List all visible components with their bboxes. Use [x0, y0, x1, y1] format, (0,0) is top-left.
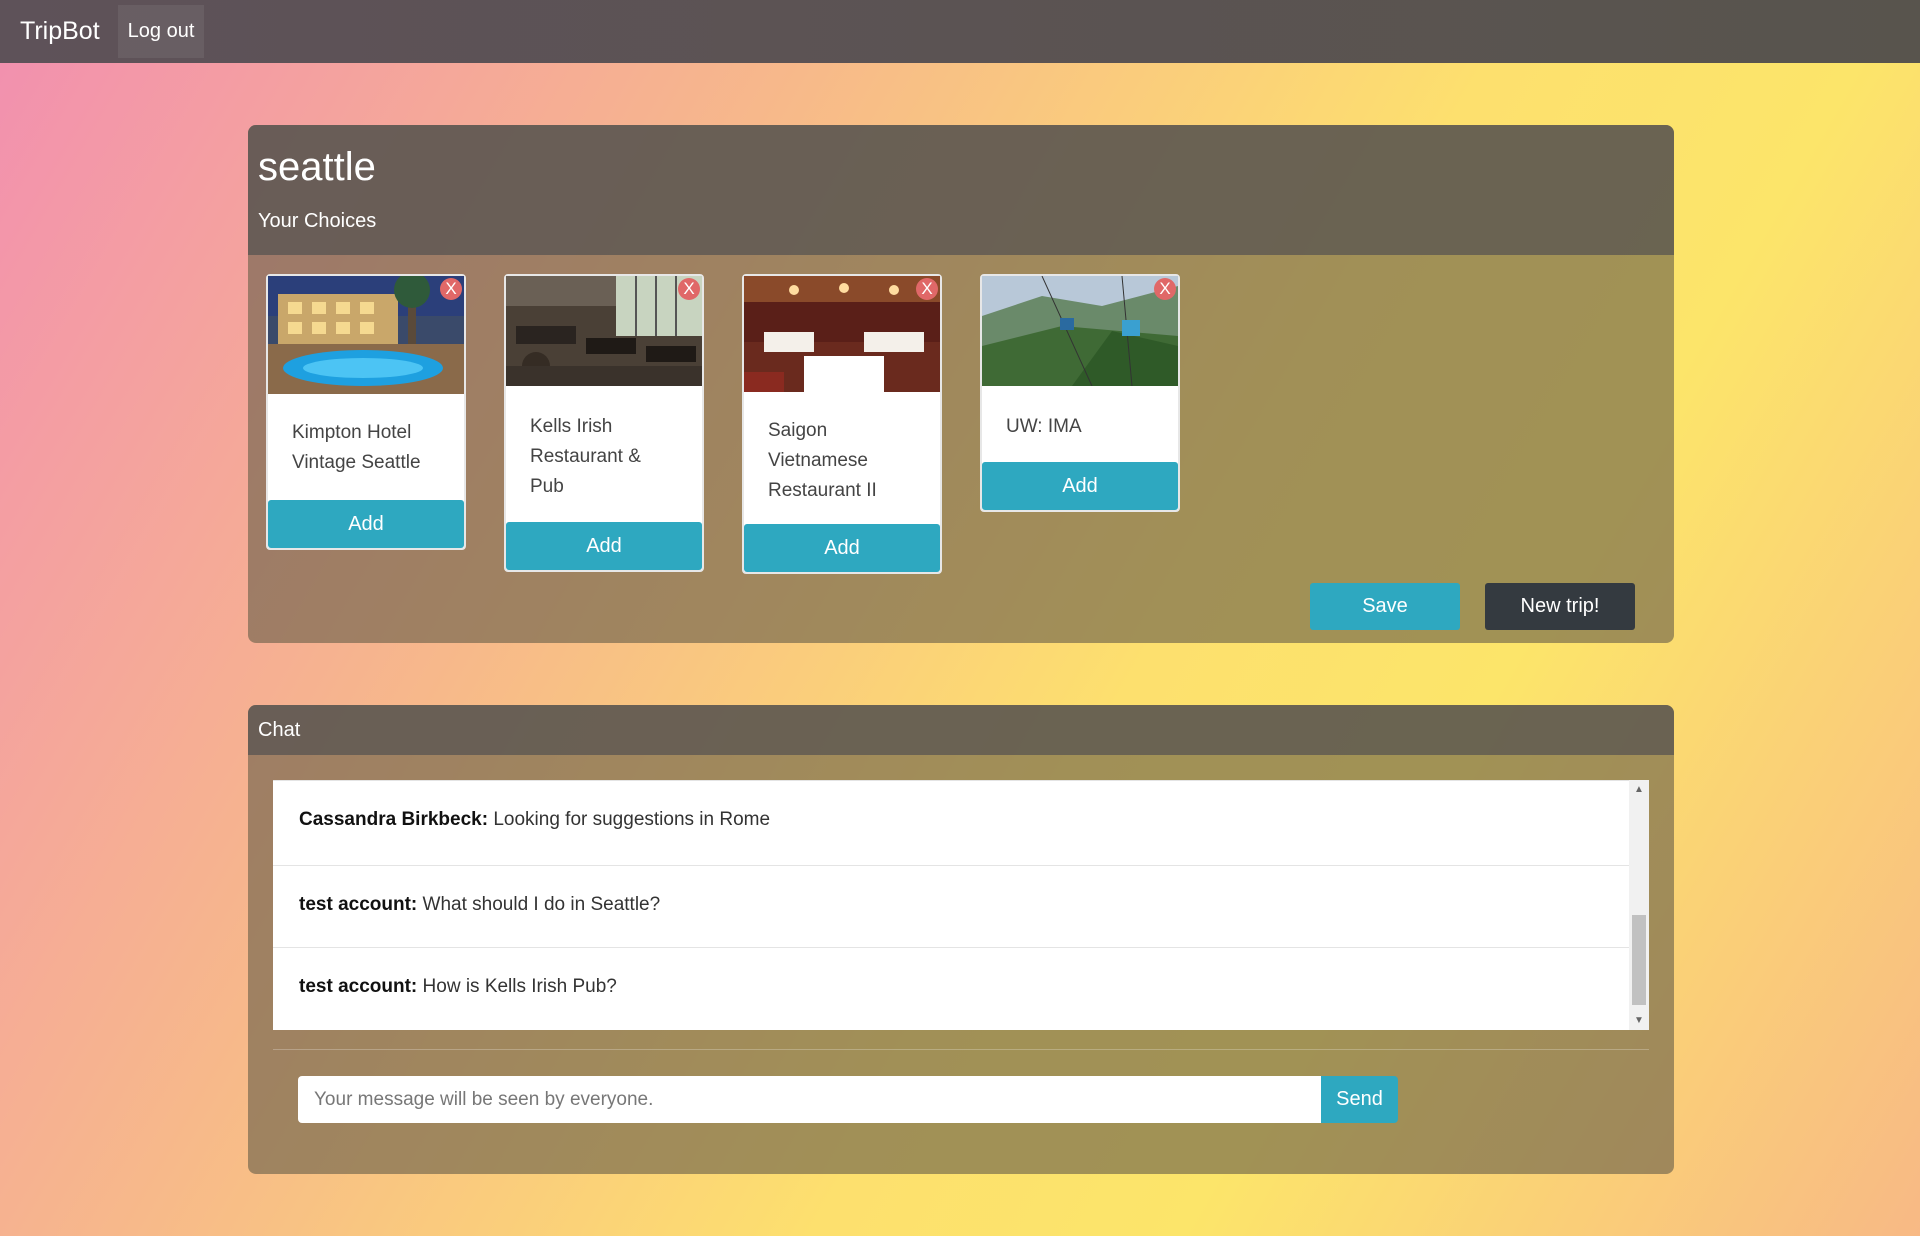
- add-choice-button[interactable]: Add: [268, 500, 464, 548]
- chat-header: Chat: [248, 705, 1674, 755]
- choice-card-hotel: X Kimpton Hotel Vintage Seattle Add: [266, 274, 466, 550]
- navbar: TripBot Log out: [0, 0, 1920, 63]
- logout-link[interactable]: Log out: [117, 5, 205, 58]
- remove-choice-button[interactable]: X: [916, 278, 938, 300]
- chat-message: test account: What should I do in Seattl…: [273, 866, 1649, 948]
- hotel-pool-photo: [268, 276, 464, 394]
- chat-message: Cassandra Birkbeck: Looking for suggesti…: [273, 780, 1649, 866]
- add-choice-button[interactable]: Add: [506, 522, 702, 570]
- restaurant-interior-photo: [506, 276, 702, 386]
- chat-divider: [273, 1049, 1649, 1050]
- choice-name: Kimpton Hotel Vintage Seattle: [292, 422, 421, 473]
- add-choice-button[interactable]: Add: [744, 524, 940, 572]
- choice-name: Saigon Vietnamese Restaurant II: [768, 420, 877, 501]
- save-button[interactable]: Save: [1310, 583, 1460, 630]
- trip-title: seattle: [258, 145, 376, 189]
- choice-card-saigon: X Saigon Vietnamese Restaurant II Add: [742, 274, 942, 574]
- add-choice-button[interactable]: Add: [982, 462, 1178, 510]
- message-text: What should I do in Seattle?: [422, 894, 661, 915]
- remove-choice-button[interactable]: X: [440, 278, 462, 300]
- send-button[interactable]: Send: [1321, 1076, 1398, 1123]
- message-author: Cassandra Birkbeck:: [299, 809, 489, 830]
- message-author: test account:: [299, 894, 418, 915]
- message-author: test account:: [299, 976, 418, 997]
- message-text: How is Kells Irish Pub?: [422, 976, 617, 997]
- message-input[interactable]: [298, 1076, 1322, 1123]
- chat-message-list[interactable]: Cassandra Birkbeck: Looking for suggesti…: [273, 780, 1649, 1030]
- cable-car-photo: [982, 276, 1178, 386]
- remove-choice-button[interactable]: X: [678, 278, 700, 300]
- choice-name: UW: IMA: [1006, 416, 1082, 437]
- chat-message: test account: How is Kells Irish Pub?: [273, 948, 1649, 1030]
- scroll-down-arrow-icon[interactable]: ▼: [1634, 1015, 1644, 1026]
- chat-scrollbar[interactable]: ▲ ▼: [1629, 780, 1649, 1030]
- brand-logo[interactable]: TripBot: [20, 17, 100, 46]
- new-trip-button[interactable]: New trip!: [1485, 583, 1635, 630]
- dining-room-photo: [744, 276, 940, 392]
- your-choices-label: Your Choices: [258, 210, 377, 232]
- trip-header: seattle Your Choices: [248, 125, 1674, 255]
- choice-name: Kells Irish Restaurant & Pub: [530, 416, 641, 497]
- message-text: Looking for suggestions in Rome: [493, 809, 771, 830]
- scroll-up-arrow-icon[interactable]: ▲: [1634, 784, 1644, 795]
- remove-choice-button[interactable]: X: [1154, 278, 1176, 300]
- scroll-thumb[interactable]: [1632, 915, 1646, 1005]
- choice-card-uw-ima: X UW: IMA Add: [980, 274, 1180, 512]
- choice-card-pub: X Kells Irish Restaurant & Pub Add: [504, 274, 704, 572]
